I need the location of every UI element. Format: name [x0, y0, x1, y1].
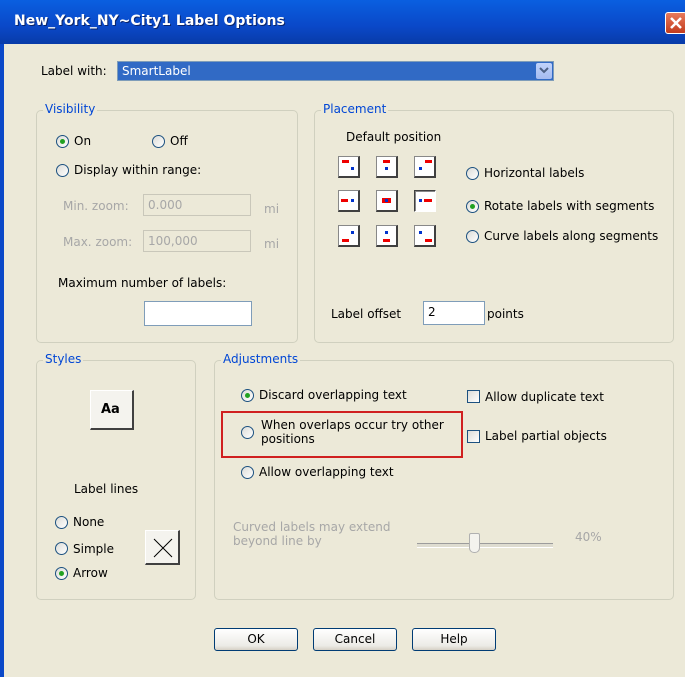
curved-extend-label: Curved labels may extend beyond line by [233, 520, 390, 548]
placement-title: Placement [321, 102, 389, 116]
label-offset-label: Label offset [331, 307, 402, 321]
position-middle-left-button[interactable] [338, 190, 360, 212]
text-style-button[interactable]: Aa [90, 390, 134, 430]
label-lines-none-radio[interactable] [55, 516, 68, 529]
horizontal-labels-radio[interactable] [466, 167, 479, 180]
display-range-radio[interactable] [56, 164, 69, 177]
max-zoom-unit: mi [264, 237, 280, 251]
position-bottom-left-button[interactable] [338, 225, 360, 247]
discard-overlapping-label: Discard overlapping text [259, 388, 407, 402]
curve-labels-label: Curve labels along segments [484, 229, 659, 243]
try-other-positions-radio[interactable] [241, 426, 254, 439]
position-bottom-center-button[interactable] [376, 225, 398, 247]
window-title: New_York_NY~City1 Label Options [14, 13, 285, 29]
position-top-left-button[interactable] [338, 156, 360, 178]
title-bar[interactable]: New_York_NY~City1 Label Options [0, 0, 685, 44]
min-zoom-label: Min. zoom: [63, 199, 129, 213]
label-offset-field[interactable]: 2 [423, 301, 485, 325]
position-top-right-button[interactable] [414, 156, 436, 178]
text-style-button-label: Aa [101, 402, 120, 417]
display-range-label: Display within range: [74, 163, 202, 177]
label-lines-arrow-label: Arrow [73, 566, 108, 580]
max-zoom-value: 100,000 [148, 234, 198, 248]
allow-overlapping-radio[interactable] [241, 466, 254, 479]
curved-extend-slider-thumb[interactable] [469, 533, 480, 553]
adjustments-title: Adjustments [221, 352, 301, 366]
try-other-positions-line1: When overlaps occur try other [261, 418, 444, 432]
default-position-label: Default position [346, 130, 442, 144]
allow-overlapping-label: Allow overlapping text [259, 465, 394, 479]
try-other-positions-line2: positions [261, 432, 315, 446]
help-button[interactable]: Help [412, 628, 496, 651]
horizontal-labels-label: Horizontal labels [484, 166, 585, 180]
curved-extend-line2: beyond line by [233, 534, 322, 548]
visibility-title: Visibility [43, 102, 98, 116]
visibility-off-label: Off [170, 134, 188, 148]
position-center-button[interactable] [376, 190, 398, 212]
max-zoom-label: Max. zoom: [63, 235, 133, 249]
label-lines-simple-label: Simple [73, 542, 114, 556]
curve-labels-radio[interactable] [466, 230, 479, 243]
allow-duplicate-checkbox[interactable] [467, 390, 480, 403]
visibility-on-label: On [74, 134, 92, 148]
min-zoom-value: 0.000 [148, 198, 183, 212]
label-partial-label: Label partial objects [485, 429, 607, 443]
max-labels-label: Maximum number of labels: [58, 276, 227, 290]
visibility-on-radio[interactable] [56, 135, 69, 148]
allow-duplicate-label: Allow duplicate text [485, 390, 604, 404]
position-bottom-right-button[interactable] [414, 225, 436, 247]
curved-extend-slider-track[interactable] [417, 543, 553, 548]
max-zoom-field[interactable]: 100,000 [143, 230, 251, 252]
try-other-positions-label: When overlaps occur try other positions [261, 418, 444, 446]
rotate-labels-radio[interactable] [466, 200, 479, 213]
discard-overlapping-radio[interactable] [241, 389, 254, 402]
line-style-button[interactable] [145, 530, 180, 565]
line-style-icon [153, 538, 173, 558]
label-offset-value: 2 [428, 305, 436, 319]
styles-title: Styles [43, 352, 84, 366]
close-icon [670, 17, 682, 29]
label-lines-simple-radio[interactable] [55, 542, 68, 555]
chevron-down-icon[interactable] [536, 63, 552, 79]
curved-extend-value: 40% [575, 530, 602, 544]
visibility-off-radio[interactable] [152, 135, 165, 148]
curved-extend-line1: Curved labels may extend [233, 520, 391, 534]
cancel-button[interactable]: Cancel [313, 628, 397, 651]
position-middle-right-button[interactable] [414, 190, 436, 212]
ok-button[interactable]: OK [214, 628, 298, 651]
min-zoom-unit: mi [264, 202, 280, 216]
position-top-center-button[interactable] [376, 156, 398, 178]
label-lines-title: Label lines [74, 482, 139, 496]
label-offset-unit: points [487, 307, 524, 321]
label-lines-none-label: None [73, 515, 105, 529]
label-with-select[interactable]: SmartLabel [117, 61, 554, 81]
min-zoom-field[interactable]: 0.000 [143, 194, 251, 216]
label-partial-checkbox[interactable] [467, 430, 480, 443]
label-with-label: Label with: [41, 64, 107, 78]
label-with-value: SmartLabel [122, 64, 191, 78]
label-lines-arrow-radio[interactable] [55, 567, 68, 580]
close-button[interactable] [665, 12, 685, 34]
label-options-dialog: New_York_NY~City1 Label Options Label wi… [0, 0, 685, 677]
max-labels-field[interactable] [144, 301, 252, 326]
rotate-labels-label: Rotate labels with segments [484, 199, 655, 213]
